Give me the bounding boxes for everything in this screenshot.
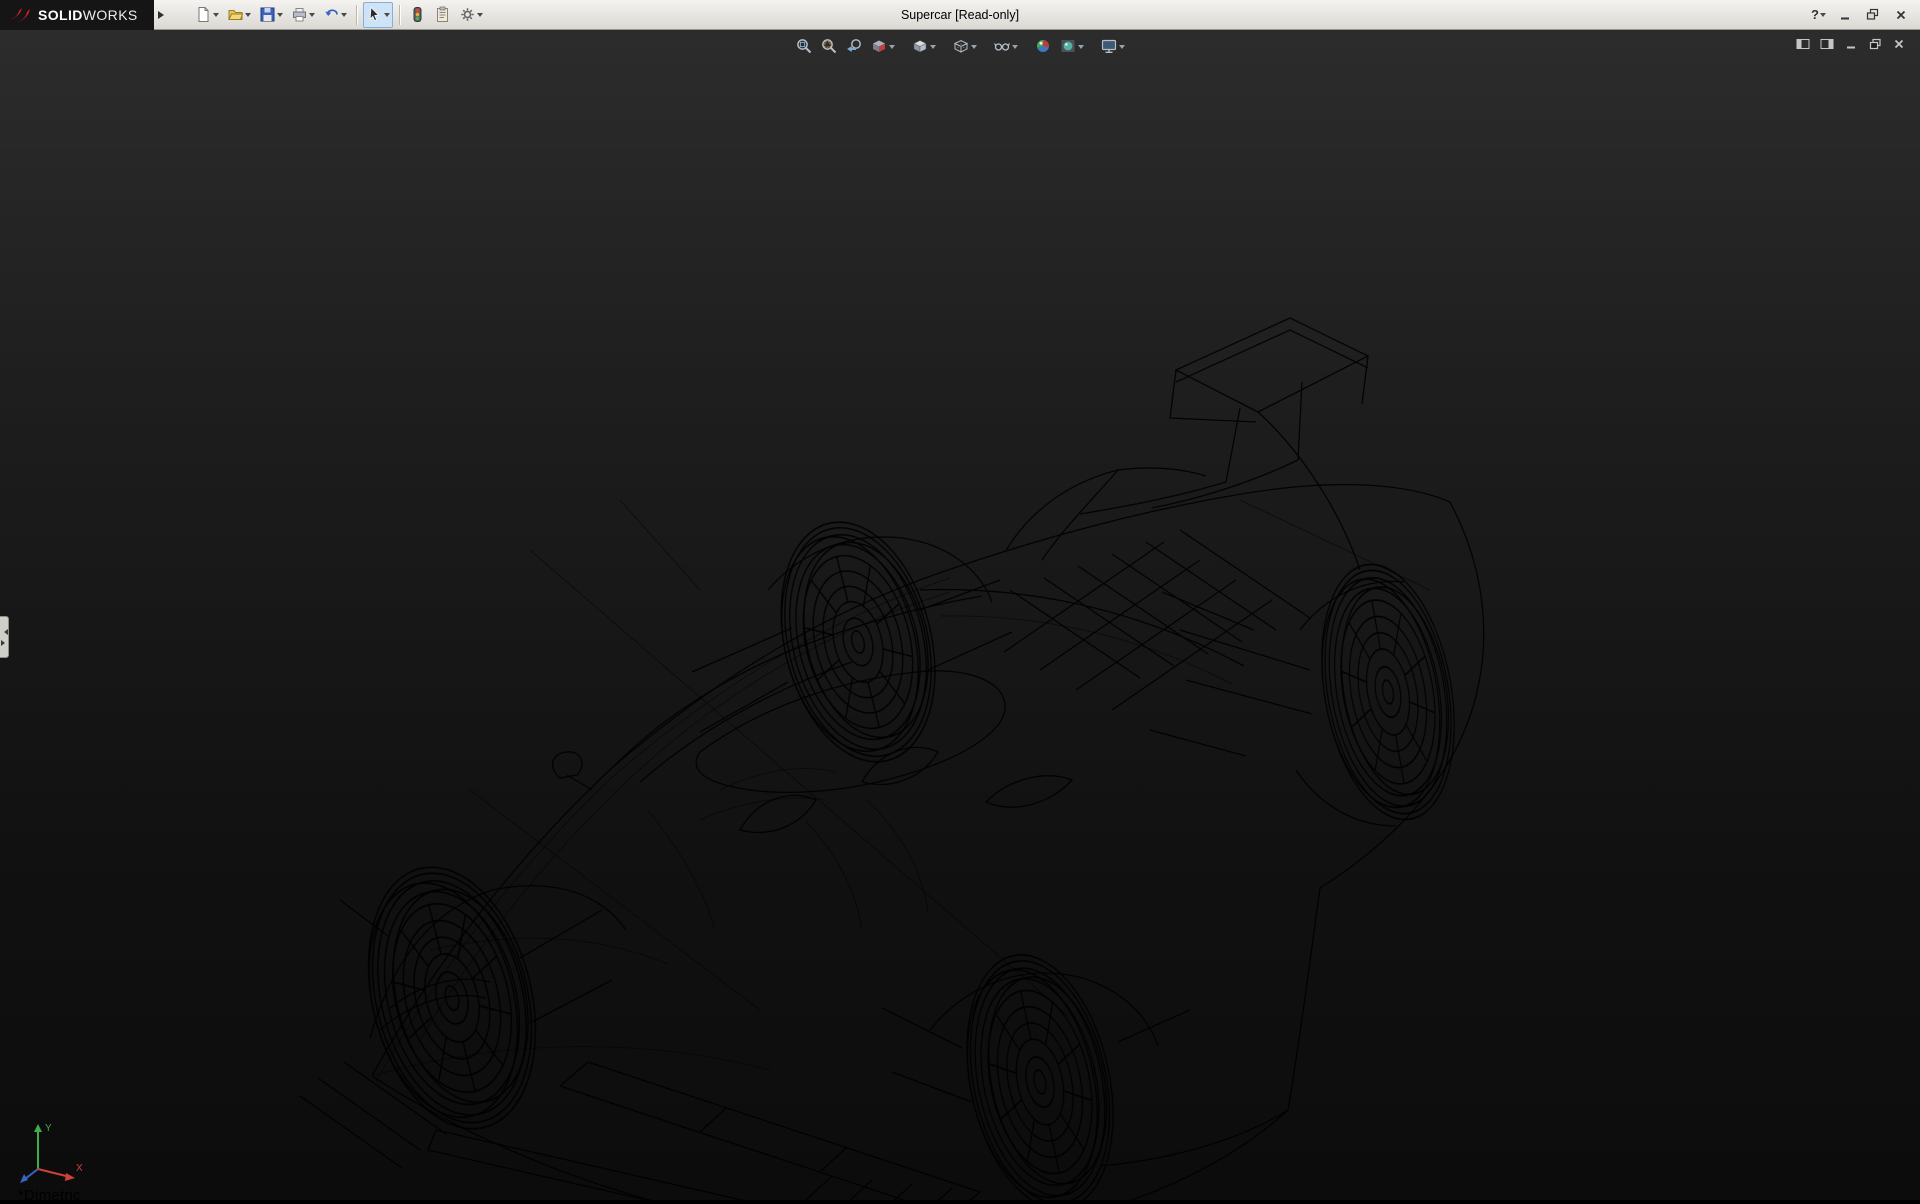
close-icon <box>1893 38 1905 50</box>
dropdown-caret-icon[interactable] <box>1078 45 1084 52</box>
zoom-to-area-icon <box>820 37 838 55</box>
restore-icon <box>1869 38 1882 51</box>
pane-right-button[interactable] <box>1819 37 1835 51</box>
window-title: Supercar [Read-only] <box>901 8 1019 22</box>
rebuild-traffic-light-icon <box>409 6 426 23</box>
options-button[interactable] <box>456 2 486 28</box>
titlebar-right-controls: ? <box>1809 5 1920 25</box>
triad-z-arrow <box>20 1174 28 1183</box>
solidworks-logo-icon <box>9 6 31 24</box>
dropdown-caret-icon[interactable] <box>213 13 219 20</box>
apply-scene-button[interactable] <box>1056 34 1087 58</box>
display-style-button[interactable] <box>949 34 980 58</box>
pane-right-icon <box>1820 38 1834 50</box>
section-view-button[interactable] <box>867 34 898 58</box>
menu-expand-arrow[interactable] <box>158 11 168 19</box>
hide-show-items-button[interactable] <box>990 34 1021 58</box>
minimize-icon <box>1845 38 1857 50</box>
zoom-to-fit-icon <box>795 37 813 55</box>
undo-arrow-icon <box>323 6 340 23</box>
scene-sphere-icon <box>1059 37 1077 55</box>
minimize-icon <box>1839 9 1851 21</box>
rebuild-button[interactable] <box>406 2 429 28</box>
dropdown-caret-icon[interactable] <box>341 13 347 20</box>
collapse-arrow-icon <box>1 629 8 635</box>
document-window-controls <box>1795 37 1907 51</box>
dropdown-caret-icon[interactable] <box>384 13 390 20</box>
triad-y-label: Y <box>45 1123 52 1134</box>
dropdown-caret-icon[interactable] <box>477 13 483 20</box>
feature-manager-splitter[interactable] <box>0 616 9 658</box>
dropdown-caret-icon[interactable] <box>1820 13 1826 20</box>
triad-x-label: X <box>76 1163 83 1174</box>
toolbar-separator <box>399 5 400 25</box>
dropdown-caret-icon[interactable] <box>309 13 315 20</box>
options-gear-icon <box>459 6 476 23</box>
dropdown-caret-icon[interactable] <box>245 13 251 20</box>
dropdown-caret-icon[interactable] <box>930 45 936 52</box>
view-settings-monitor-icon <box>1100 37 1118 55</box>
previous-view-icon <box>845 37 863 55</box>
zoom-to-fit-button[interactable] <box>792 34 816 58</box>
maximize-button[interactable] <box>1861 5 1884 25</box>
glasses-icon <box>993 37 1011 55</box>
select-button[interactable] <box>363 2 393 28</box>
doc-minimize-button[interactable] <box>1843 37 1859 51</box>
triad-x-arrow <box>65 1173 75 1181</box>
pane-left-button[interactable] <box>1795 37 1811 51</box>
section-view-icon <box>870 37 888 55</box>
help-button[interactable]: ? <box>1809 7 1828 22</box>
pane-left-icon <box>1796 38 1810 50</box>
undo-button[interactable] <box>320 2 350 28</box>
heads-up-view-toolbar <box>792 34 1128 58</box>
save-floppy-icon <box>259 6 276 23</box>
toolbar-separator <box>356 5 357 25</box>
new-button[interactable] <box>192 2 222 28</box>
view-orientation-label: *Dimetric <box>18 1187 81 1204</box>
close-button[interactable] <box>1889 5 1912 25</box>
restore-icon <box>1866 8 1879 21</box>
edit-appearance-button[interactable] <box>1031 34 1055 58</box>
help-icon: ? <box>1811 7 1819 22</box>
dropdown-caret-icon[interactable] <box>1119 45 1125 52</box>
printer-icon <box>291 6 308 23</box>
doc-restore-button[interactable] <box>1867 37 1883 51</box>
previous-view-button[interactable] <box>842 34 866 58</box>
expand-arrow-icon <box>1 640 8 646</box>
solidworks-logo-text: SOLIDWORKS <box>38 7 138 23</box>
titlebar: SOLIDWORKS <box>0 0 1920 30</box>
orientation-triad[interactable]: Y X <box>14 1119 86 1194</box>
open-folder-icon <box>227 6 244 23</box>
new-document-icon <box>195 6 212 23</box>
view-cube-icon <box>911 37 929 55</box>
zoom-to-area-button[interactable] <box>817 34 841 58</box>
file-properties-button[interactable] <box>431 2 454 28</box>
standard-toolbar <box>192 2 486 28</box>
dropdown-caret-icon[interactable] <box>889 45 895 52</box>
view-orientation-button[interactable] <box>908 34 939 58</box>
file-properties-icon <box>434 6 451 23</box>
open-button[interactable] <box>224 2 254 28</box>
minimize-button[interactable] <box>1833 5 1856 25</box>
wireframe-supercar-model <box>0 30 1920 1200</box>
select-cursor-icon <box>366 6 383 23</box>
display-style-cube-icon <box>952 37 970 55</box>
close-icon <box>1895 9 1907 21</box>
solidworks-logo: SOLIDWORKS <box>0 0 154 30</box>
view-settings-button[interactable] <box>1097 34 1128 58</box>
print-button[interactable] <box>288 2 318 28</box>
dropdown-caret-icon[interactable] <box>1012 45 1018 52</box>
doc-close-button[interactable] <box>1891 37 1907 51</box>
graphics-area[interactable]: Y X *Dimetric <box>0 30 1920 1200</box>
appearance-ball-icon <box>1034 37 1052 55</box>
dropdown-caret-icon[interactable] <box>971 45 977 52</box>
dropdown-caret-icon[interactable] <box>277 13 283 20</box>
save-button[interactable] <box>256 2 286 28</box>
triad-y-arrow <box>34 1124 42 1132</box>
